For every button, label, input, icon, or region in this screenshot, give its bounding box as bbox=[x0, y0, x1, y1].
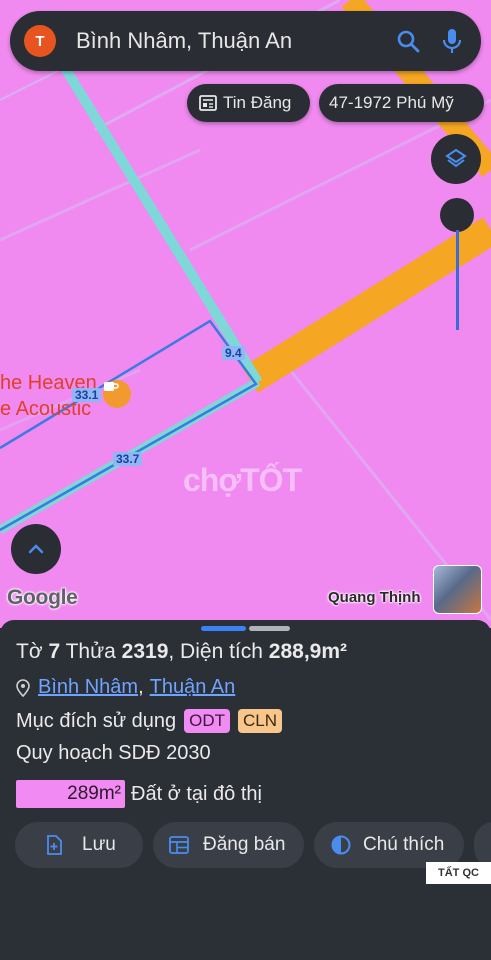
road-chip-label: 47-1972 Phú Mỹ bbox=[329, 93, 454, 112]
expand-button[interactable] bbox=[11, 524, 61, 574]
land-use-badge-odt: ODT bbox=[184, 709, 231, 733]
post-for-sale-button[interactable]: Đăng bán bbox=[153, 822, 304, 868]
planning-label: Quy hoạch SDĐ 2030 bbox=[16, 742, 211, 764]
edge-length-label: 9.4 bbox=[222, 346, 245, 360]
microphone-icon[interactable] bbox=[437, 26, 467, 56]
land-use-purpose: Mục đích sử dụng ODT CLN bbox=[16, 709, 283, 733]
legend-label: Chú thích bbox=[363, 834, 445, 855]
parcel-title: Tờ 7 Thửa 2319, Diện tích 288,9m² bbox=[16, 640, 347, 663]
contrast-icon bbox=[331, 835, 351, 855]
opacity-slider-handle[interactable] bbox=[440, 198, 474, 232]
search-input[interactable]: Bình Nhâm, Thuận An bbox=[76, 28, 379, 54]
location-pin-icon bbox=[16, 678, 30, 697]
google-logo: Google bbox=[7, 586, 78, 609]
news-chip-label: Tin Đăng bbox=[223, 93, 292, 112]
post-for-sale-label: Đăng bán bbox=[203, 834, 286, 855]
save-label: Lưu bbox=[82, 834, 116, 855]
sheet-handle-active[interactable] bbox=[201, 626, 246, 631]
ward-link[interactable]: Bình Nhâm bbox=[38, 676, 138, 699]
layers-icon bbox=[444, 147, 468, 171]
purpose-label: Mục đích sử dụng bbox=[16, 709, 177, 732]
save-button[interactable]: Lưu bbox=[15, 822, 143, 868]
opacity-slider-track[interactable] bbox=[456, 230, 459, 330]
parcel-location: Bình Nhâm, Thuận An bbox=[16, 676, 235, 699]
zoning-area-swatch: 289m² bbox=[16, 780, 125, 808]
city-link[interactable]: Thuận An bbox=[150, 676, 236, 699]
user-thumbnail[interactable] bbox=[433, 565, 482, 614]
location-separator: , bbox=[138, 676, 144, 698]
sheet-handle[interactable] bbox=[249, 626, 290, 631]
zoning-area-row: 289m² Đất ở tại đô thị bbox=[16, 780, 262, 808]
search-bar[interactable]: T Bình Nhâm, Thuận An bbox=[10, 11, 481, 71]
road-chip[interactable]: 47-1972 Phú Mỹ bbox=[319, 84, 484, 122]
land-use-badge-cln: CLN bbox=[238, 709, 283, 733]
zoning-area-description: Đất ở tại đô thị bbox=[131, 782, 262, 805]
layers-button[interactable] bbox=[431, 134, 481, 184]
coffee-icon[interactable] bbox=[103, 380, 131, 408]
save-file-icon bbox=[46, 835, 62, 855]
search-icon[interactable] bbox=[393, 26, 423, 56]
listing-icon bbox=[169, 836, 189, 854]
user-name[interactable]: Quang Thịnh bbox=[328, 589, 420, 606]
news-chip[interactable]: Tin Đăng bbox=[187, 84, 310, 122]
newspaper-icon bbox=[199, 95, 217, 111]
hide-ads-button[interactable]: TẤT QC bbox=[426, 862, 491, 884]
chevron-up-icon bbox=[27, 543, 45, 555]
edge-length-label: 33.1 bbox=[72, 388, 102, 402]
account-avatar[interactable]: T bbox=[24, 25, 56, 57]
chotot-watermark: chợTỐT bbox=[183, 462, 302, 498]
edge-length-label: 33.7 bbox=[113, 452, 143, 466]
